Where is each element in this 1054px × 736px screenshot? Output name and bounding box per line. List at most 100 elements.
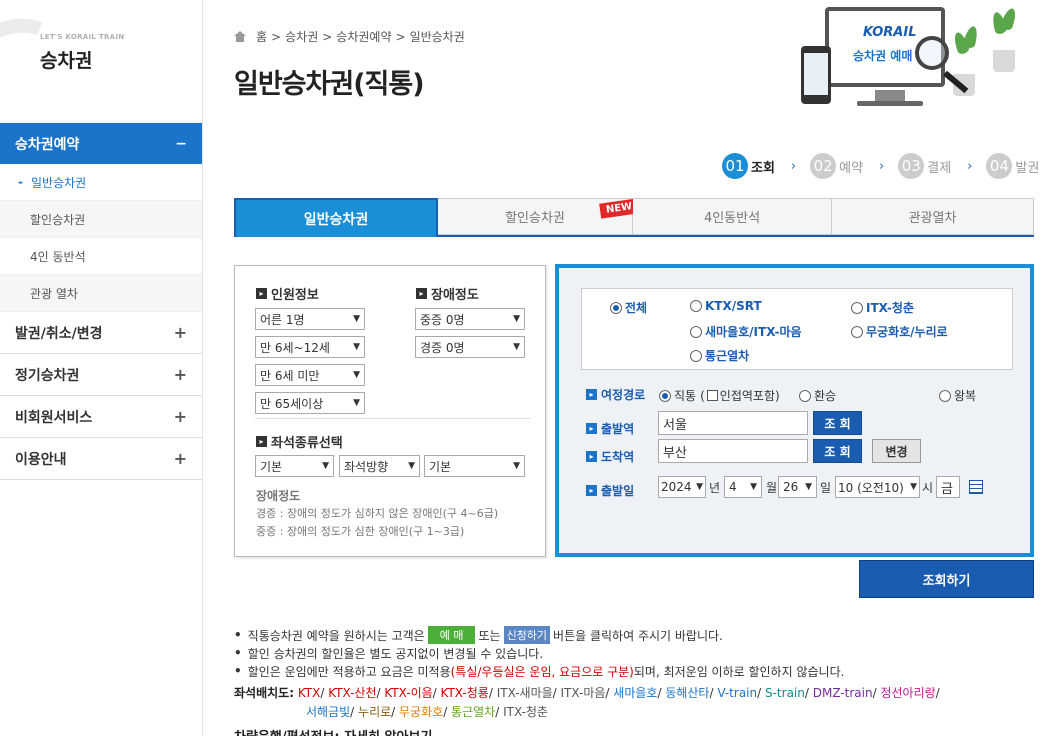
- seat-link-ktx-sancheon[interactable]: KTX-산천: [328, 686, 376, 700]
- tab-tour-train[interactable]: 관광열차: [832, 198, 1034, 235]
- radio-itx-cheongchun[interactable]: ITX-청춘: [851, 299, 914, 316]
- passenger-info-title: ▸ 인원정보: [256, 284, 319, 303]
- expand-icon[interactable]: +: [174, 365, 187, 384]
- breadcrumb-home[interactable]: 홈: [256, 28, 267, 45]
- arrival-label: ▸ 도착역: [586, 448, 634, 465]
- select-value: 10 (오전10): [838, 480, 904, 495]
- seat-link-itx-saemaeul[interactable]: ITX-새마을: [497, 686, 553, 700]
- route-label: ▸ 여정경로: [586, 386, 645, 403]
- senior-count-select[interactable]: 만 65세이상 ▼: [255, 392, 365, 414]
- select-value: 4: [729, 480, 737, 494]
- infant-count-select[interactable]: 만 6세 미만 ▼: [255, 364, 365, 386]
- expand-icon[interactable]: +: [174, 323, 187, 342]
- sidebar-item-general-ticket[interactable]: - 일반승차권: [0, 164, 202, 201]
- year-select[interactable]: 2024 ▼: [658, 476, 706, 498]
- radio-round-trip[interactable]: 왕복: [939, 387, 976, 404]
- radio-all[interactable]: 전체: [610, 299, 647, 316]
- menu-ticket-reservation[interactable]: 승차권예약 −: [0, 123, 202, 164]
- day-select[interactable]: 26 ▼: [778, 476, 817, 498]
- seat-link-ktx-eum[interactable]: KTX-이음: [384, 686, 432, 700]
- seat-link-saemaeul[interactable]: 새마을호: [613, 686, 657, 700]
- seat-link-itx-cheongchun[interactable]: ITX-청춘: [503, 705, 548, 719]
- seat-link-v-train[interactable]: V-train: [717, 686, 757, 700]
- menu-guide[interactable]: 이용안내 +: [0, 438, 202, 480]
- chevron-down-icon: ▼: [805, 482, 812, 492]
- sidebar-item-discount-ticket[interactable]: 할인승차권: [0, 201, 202, 238]
- arrival-search-button[interactable]: 조 회: [813, 439, 862, 463]
- hour-select[interactable]: 10 (오전10) ▼: [835, 476, 920, 498]
- train-info-link[interactable]: 차량운행/편성정보: 자세히 알아보기: [234, 726, 432, 736]
- menu-season-ticket[interactable]: 정기승차권 +: [0, 354, 202, 396]
- korail-logo: KORAIL: [863, 25, 917, 40]
- seat-link-s-train[interactable]: S-train: [765, 686, 805, 700]
- radio-mugunghwa[interactable]: 무궁화호/누리로: [851, 323, 948, 340]
- sidebar-item-family-seat[interactable]: 4인 동반석: [0, 238, 202, 275]
- chevron-down-icon: ▼: [696, 482, 703, 492]
- select-value: 어른 1명: [260, 312, 305, 327]
- radio-transfer[interactable]: 환승: [799, 387, 836, 404]
- radio-saemaeul[interactable]: 새마을호/ITX-마음: [690, 323, 802, 340]
- tab-discount-ticket[interactable]: 할인승차권 NEW: [438, 198, 640, 235]
- select-value: 중증 0명: [420, 312, 465, 327]
- severe-disability-select[interactable]: 중증 0명 ▼: [415, 308, 525, 330]
- search-button[interactable]: 조회하기: [859, 560, 1034, 598]
- seat-link-itx-maeum[interactable]: ITX-마음: [561, 686, 606, 700]
- chevron-down-icon: ▼: [910, 482, 917, 492]
- seat-link-mugunghwa[interactable]: 무궁화호: [399, 705, 443, 719]
- seat-class-select[interactable]: 기본 ▼: [255, 455, 334, 477]
- breadcrumb-separator: >: [271, 29, 282, 44]
- departure-station-input[interactable]: 서울: [658, 411, 808, 435]
- seat-position-select[interactable]: 기본 ▼: [424, 455, 525, 477]
- note-text: 버튼을 클릭하여 주시기 바랍니다.: [553, 628, 723, 643]
- seat-link-commuter[interactable]: 통근열차: [451, 705, 495, 719]
- tab-family-seat[interactable]: 4인동반석: [633, 198, 832, 235]
- breadcrumb-reservation[interactable]: 승차권예약: [336, 28, 391, 45]
- seat-link-dmz-train[interactable]: DMZ-train: [813, 686, 873, 700]
- menu-non-member[interactable]: 비회원서비스 +: [0, 396, 202, 438]
- passenger-panel: ▸ 인원정보 ▸ 장애정도 어른 1명 ▼ 만 6세~12세 ▼ 만 6세 미만 ▼ …: [234, 265, 546, 557]
- step-label: 결제: [927, 160, 952, 176]
- seat-link-jeongseon[interactable]: 정선아리랑: [880, 686, 935, 700]
- chevron-down-icon: ▼: [750, 482, 757, 492]
- seat-link-donghae-santa[interactable]: 동해산타: [665, 686, 709, 700]
- adjacent-station-checkbox[interactable]: [706, 390, 718, 401]
- step-issue: 04 발권: [986, 153, 1039, 179]
- month-select[interactable]: 4 ▼: [724, 476, 762, 498]
- breadcrumb-ticket[interactable]: 승차권: [285, 28, 318, 45]
- expand-icon[interactable]: +: [174, 407, 187, 426]
- step-label: 발권: [1015, 160, 1040, 176]
- menu-issue-cancel-change[interactable]: 발권/취소/변경 +: [0, 312, 202, 354]
- departure-search-button[interactable]: 조 회: [813, 411, 862, 435]
- radio-icon: [690, 325, 702, 338]
- swap-stations-button[interactable]: 변경: [872, 439, 921, 463]
- day-unit: 일: [820, 481, 832, 495]
- adult-count-select[interactable]: 어른 1명 ▼: [255, 308, 365, 330]
- monitor-base: [857, 101, 923, 106]
- child-count-select[interactable]: 만 6세~12세 ▼: [255, 336, 365, 358]
- home-icon[interactable]: [234, 31, 246, 42]
- calendar-icon[interactable]: [969, 480, 983, 494]
- arrival-station-input[interactable]: 부산: [658, 439, 808, 463]
- radio-ktx-srt[interactable]: KTX/SRT: [690, 299, 762, 313]
- chevron-right-icon: ›: [967, 158, 973, 174]
- journey-panel: 전체 KTX/SRT ITX-청춘 새마을호/ITX-마음 무궁화호/누리로 통…: [555, 264, 1034, 557]
- seat-link-nuriro[interactable]: 누리로: [358, 705, 391, 719]
- bullet-icon: •: [234, 664, 242, 678]
- radio-label: KTX/SRT: [705, 299, 762, 313]
- collapse-icon[interactable]: −: [175, 136, 187, 152]
- section-label: 인원정보: [271, 288, 319, 303]
- mild-disability-select[interactable]: 경증 0명 ▼: [415, 336, 525, 358]
- left-sidebar: LET'S KORAIL TRAIN 승차권 승차권예약 − - 일반승차권 할…: [0, 0, 203, 736]
- sidebar-item-tour-train[interactable]: 관광 열차: [0, 275, 202, 312]
- seat-direction-select[interactable]: 좌석방향 ▼: [339, 455, 420, 477]
- seat-link-ktx-cheongryong[interactable]: KTX-청룡: [441, 686, 489, 700]
- radio-direct[interactable]: 직통 ( 인접역포함): [659, 387, 780, 404]
- radio-icon: [851, 301, 863, 314]
- tab-general-ticket[interactable]: 일반승차권: [234, 198, 438, 237]
- seat-link-ktx[interactable]: KTX: [298, 686, 321, 700]
- seat-link-seohae-geumbit[interactable]: 서해금빛: [306, 705, 350, 719]
- step-payment: 03 결제 ›: [898, 153, 986, 179]
- expand-icon[interactable]: +: [174, 449, 187, 468]
- chevron-down-icon: ▼: [408, 461, 415, 471]
- radio-commuter[interactable]: 통근열차: [690, 347, 749, 364]
